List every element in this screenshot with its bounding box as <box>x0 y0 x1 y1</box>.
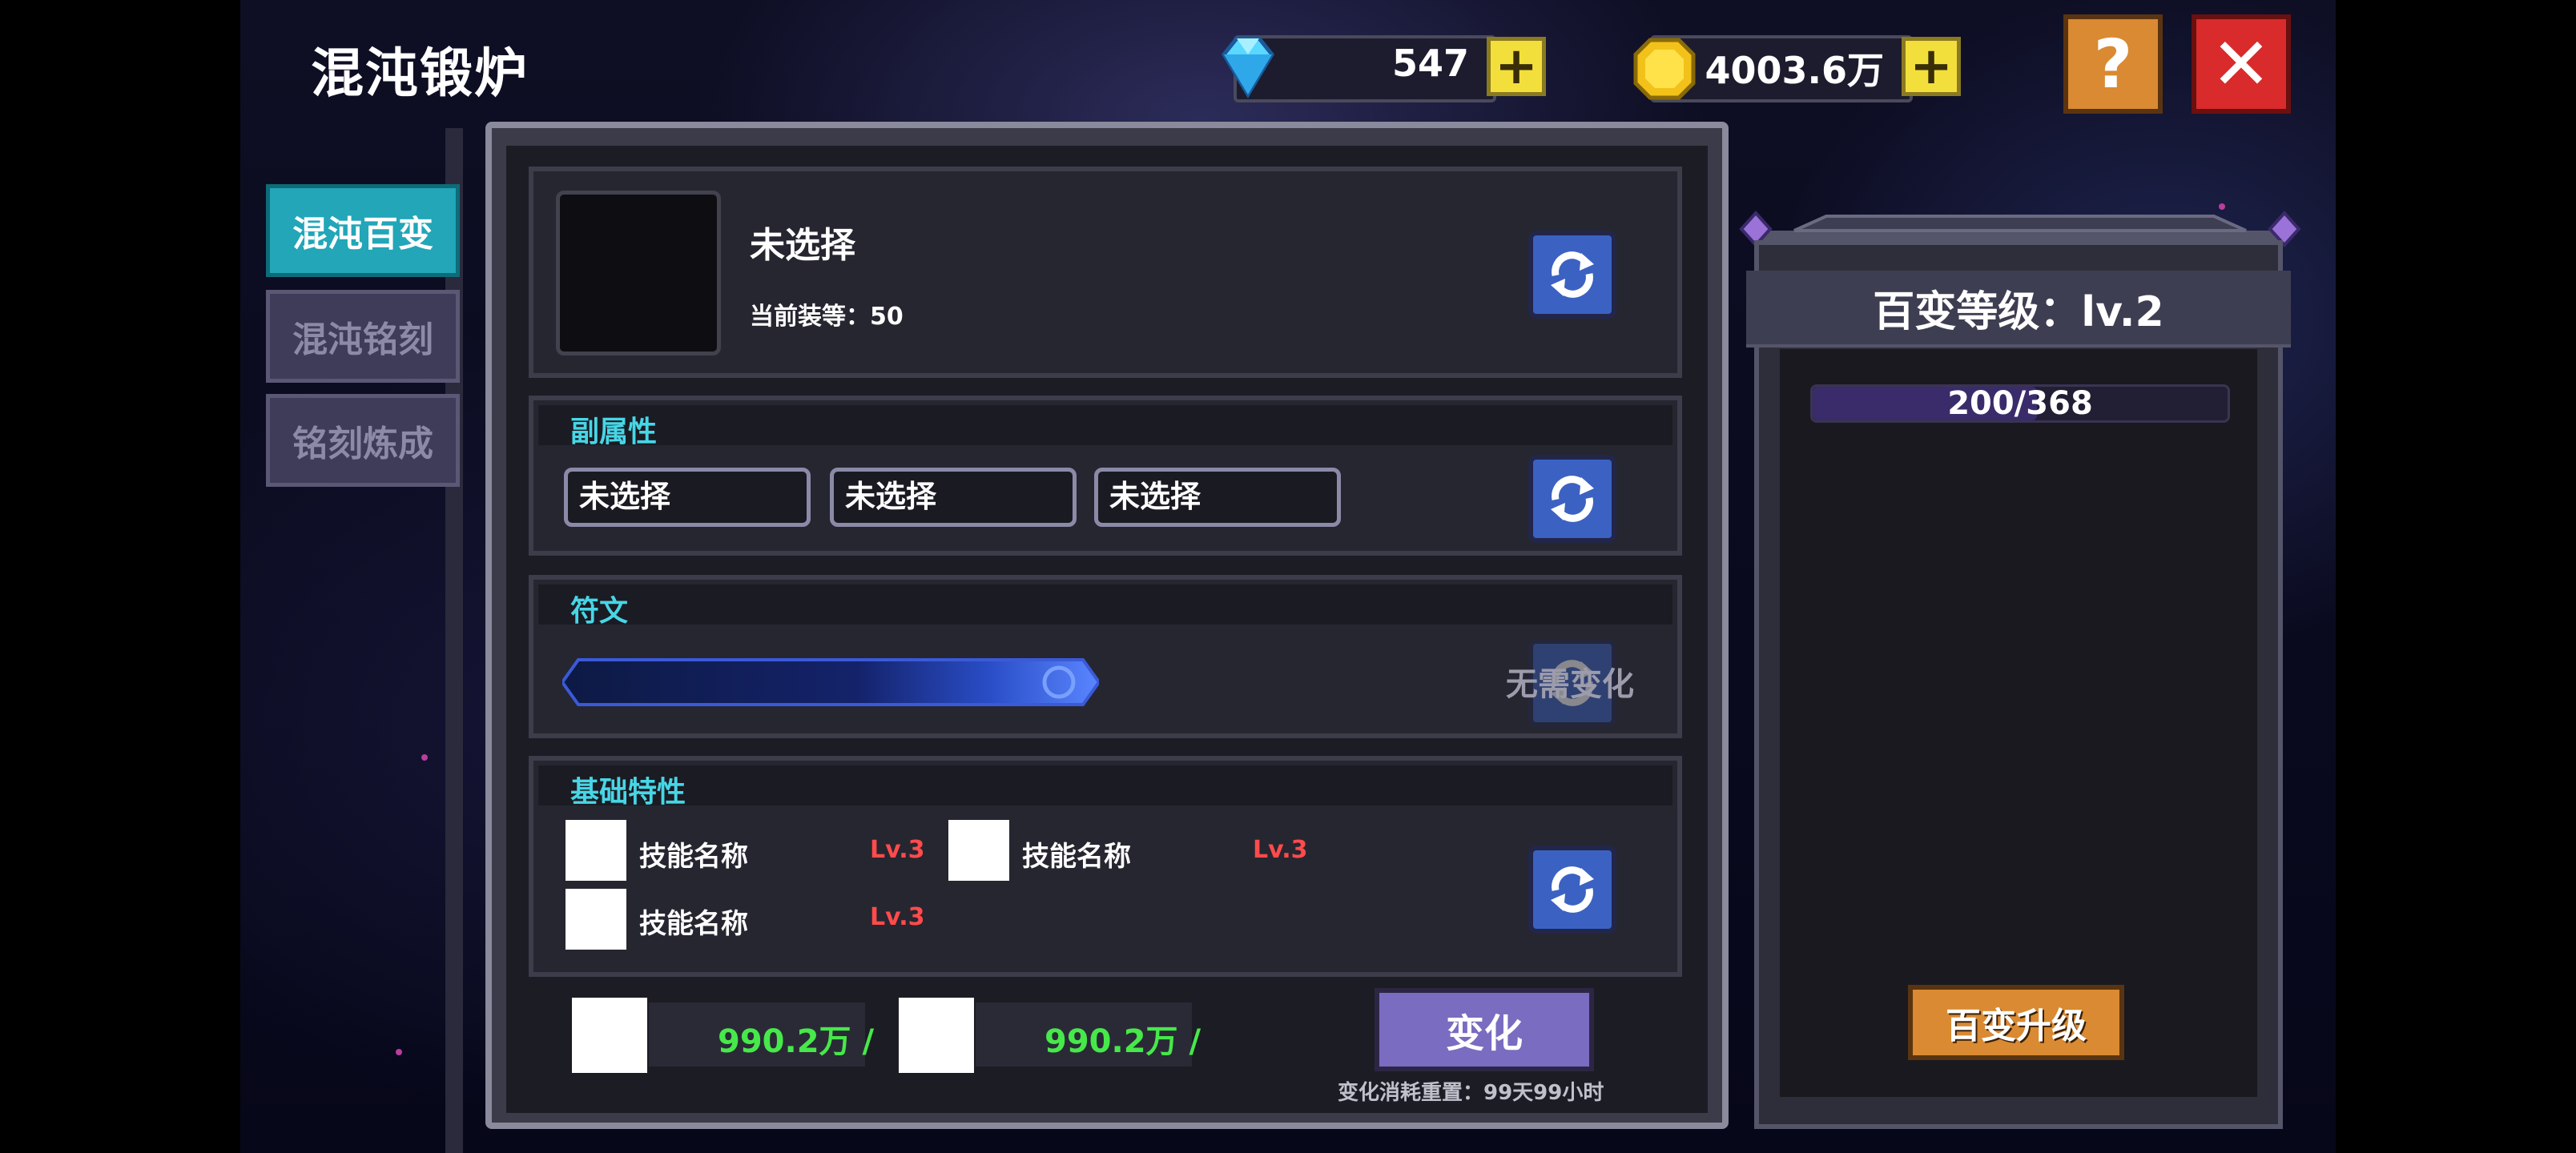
close-icon: ✕ <box>2211 22 2272 106</box>
refresh-icon <box>1551 866 1594 913</box>
equipment-slot[interactable] <box>556 191 721 356</box>
gold-count: 4003.6万 <box>1705 49 1884 92</box>
cost-value: 990.2万 / <box>718 1023 875 1060</box>
cost-value: 990.2万 / <box>1044 1023 1201 1060</box>
coin-icon <box>1633 38 1696 100</box>
tab-inscribe-refine[interactable]: 铭刻炼成 <box>266 394 460 487</box>
gem-count: 547 <box>1391 42 1469 85</box>
equipment-level: 当前装等：50 <box>750 303 904 331</box>
refresh-equipment-button[interactable] <box>1528 231 1616 319</box>
tab-chaos-transform[interactable]: 混沌百变 <box>266 184 460 277</box>
change-button[interactable]: 变化 <box>1375 988 1594 1071</box>
section-header: 副属性 <box>538 405 1672 448</box>
page-title: 混沌锻炉 <box>311 42 529 104</box>
add-gems-button[interactable]: + <box>1487 37 1546 96</box>
skill-name: 技能名称 <box>1022 841 1131 873</box>
level-progress-text: 200/368 <box>1947 385 2093 422</box>
question-icon: ? <box>2093 25 2133 103</box>
star-decoration <box>421 754 428 761</box>
sub-attribute-slot[interactable]: 未选择 <box>830 468 1077 527</box>
skill-icon[interactable] <box>566 820 626 881</box>
skill-level: Lv.3 <box>870 903 925 931</box>
plus-icon: + <box>1495 37 1538 96</box>
skill-level: Lv.3 <box>870 836 925 864</box>
skill-name: 技能名称 <box>639 841 748 873</box>
star-decoration <box>396 1049 402 1055</box>
sub-attribute-slot[interactable]: 未选择 <box>1094 468 1341 527</box>
refresh-icon <box>1551 251 1594 298</box>
rune-bar <box>562 658 1099 706</box>
skill-icon[interactable] <box>948 820 1009 881</box>
rune-status: 无需变化 <box>1506 666 1634 703</box>
cost-item-icon <box>572 998 647 1073</box>
skill-name: 技能名称 <box>639 908 748 940</box>
close-button[interactable]: ✕ <box>2192 14 2291 114</box>
sub-attributes-title: 副属性 <box>570 416 658 448</box>
left-letterbox <box>0 0 240 1153</box>
plus-icon: + <box>1910 37 1953 96</box>
refresh-sub-attributes-button[interactable] <box>1528 455 1616 543</box>
diamond-icon <box>1221 36 1275 98</box>
refresh-traits-button[interactable] <box>1528 846 1616 934</box>
skill-icon[interactable] <box>566 889 626 950</box>
upgrade-button[interactable]: 百变升级 <box>1908 985 2124 1060</box>
right-letterbox <box>2336 0 2576 1153</box>
tab-chaos-inscribe[interactable]: 混沌铭刻 <box>266 290 460 383</box>
help-button[interactable]: ? <box>2063 14 2163 114</box>
section-header: 基础特性 <box>538 765 1672 809</box>
tab-rail <box>445 128 463 1153</box>
reset-timer: 变化消耗重置：99天99小时 <box>1338 1081 1604 1105</box>
base-traits-title: 基础特性 <box>570 776 686 809</box>
equipment-name: 未选择 <box>750 225 855 266</box>
sub-attribute-slot[interactable]: 未选择 <box>564 468 811 527</box>
refresh-icon <box>1551 476 1594 522</box>
add-gold-button[interactable]: + <box>1902 37 1961 96</box>
transform-level-title: 百变等级：lv.2 <box>1746 271 2291 348</box>
cost-item-icon <box>899 998 974 1073</box>
skill-level: Lv.3 <box>1253 836 1308 864</box>
section-header: 符文 <box>538 585 1672 628</box>
rune-title: 符文 <box>570 595 629 628</box>
